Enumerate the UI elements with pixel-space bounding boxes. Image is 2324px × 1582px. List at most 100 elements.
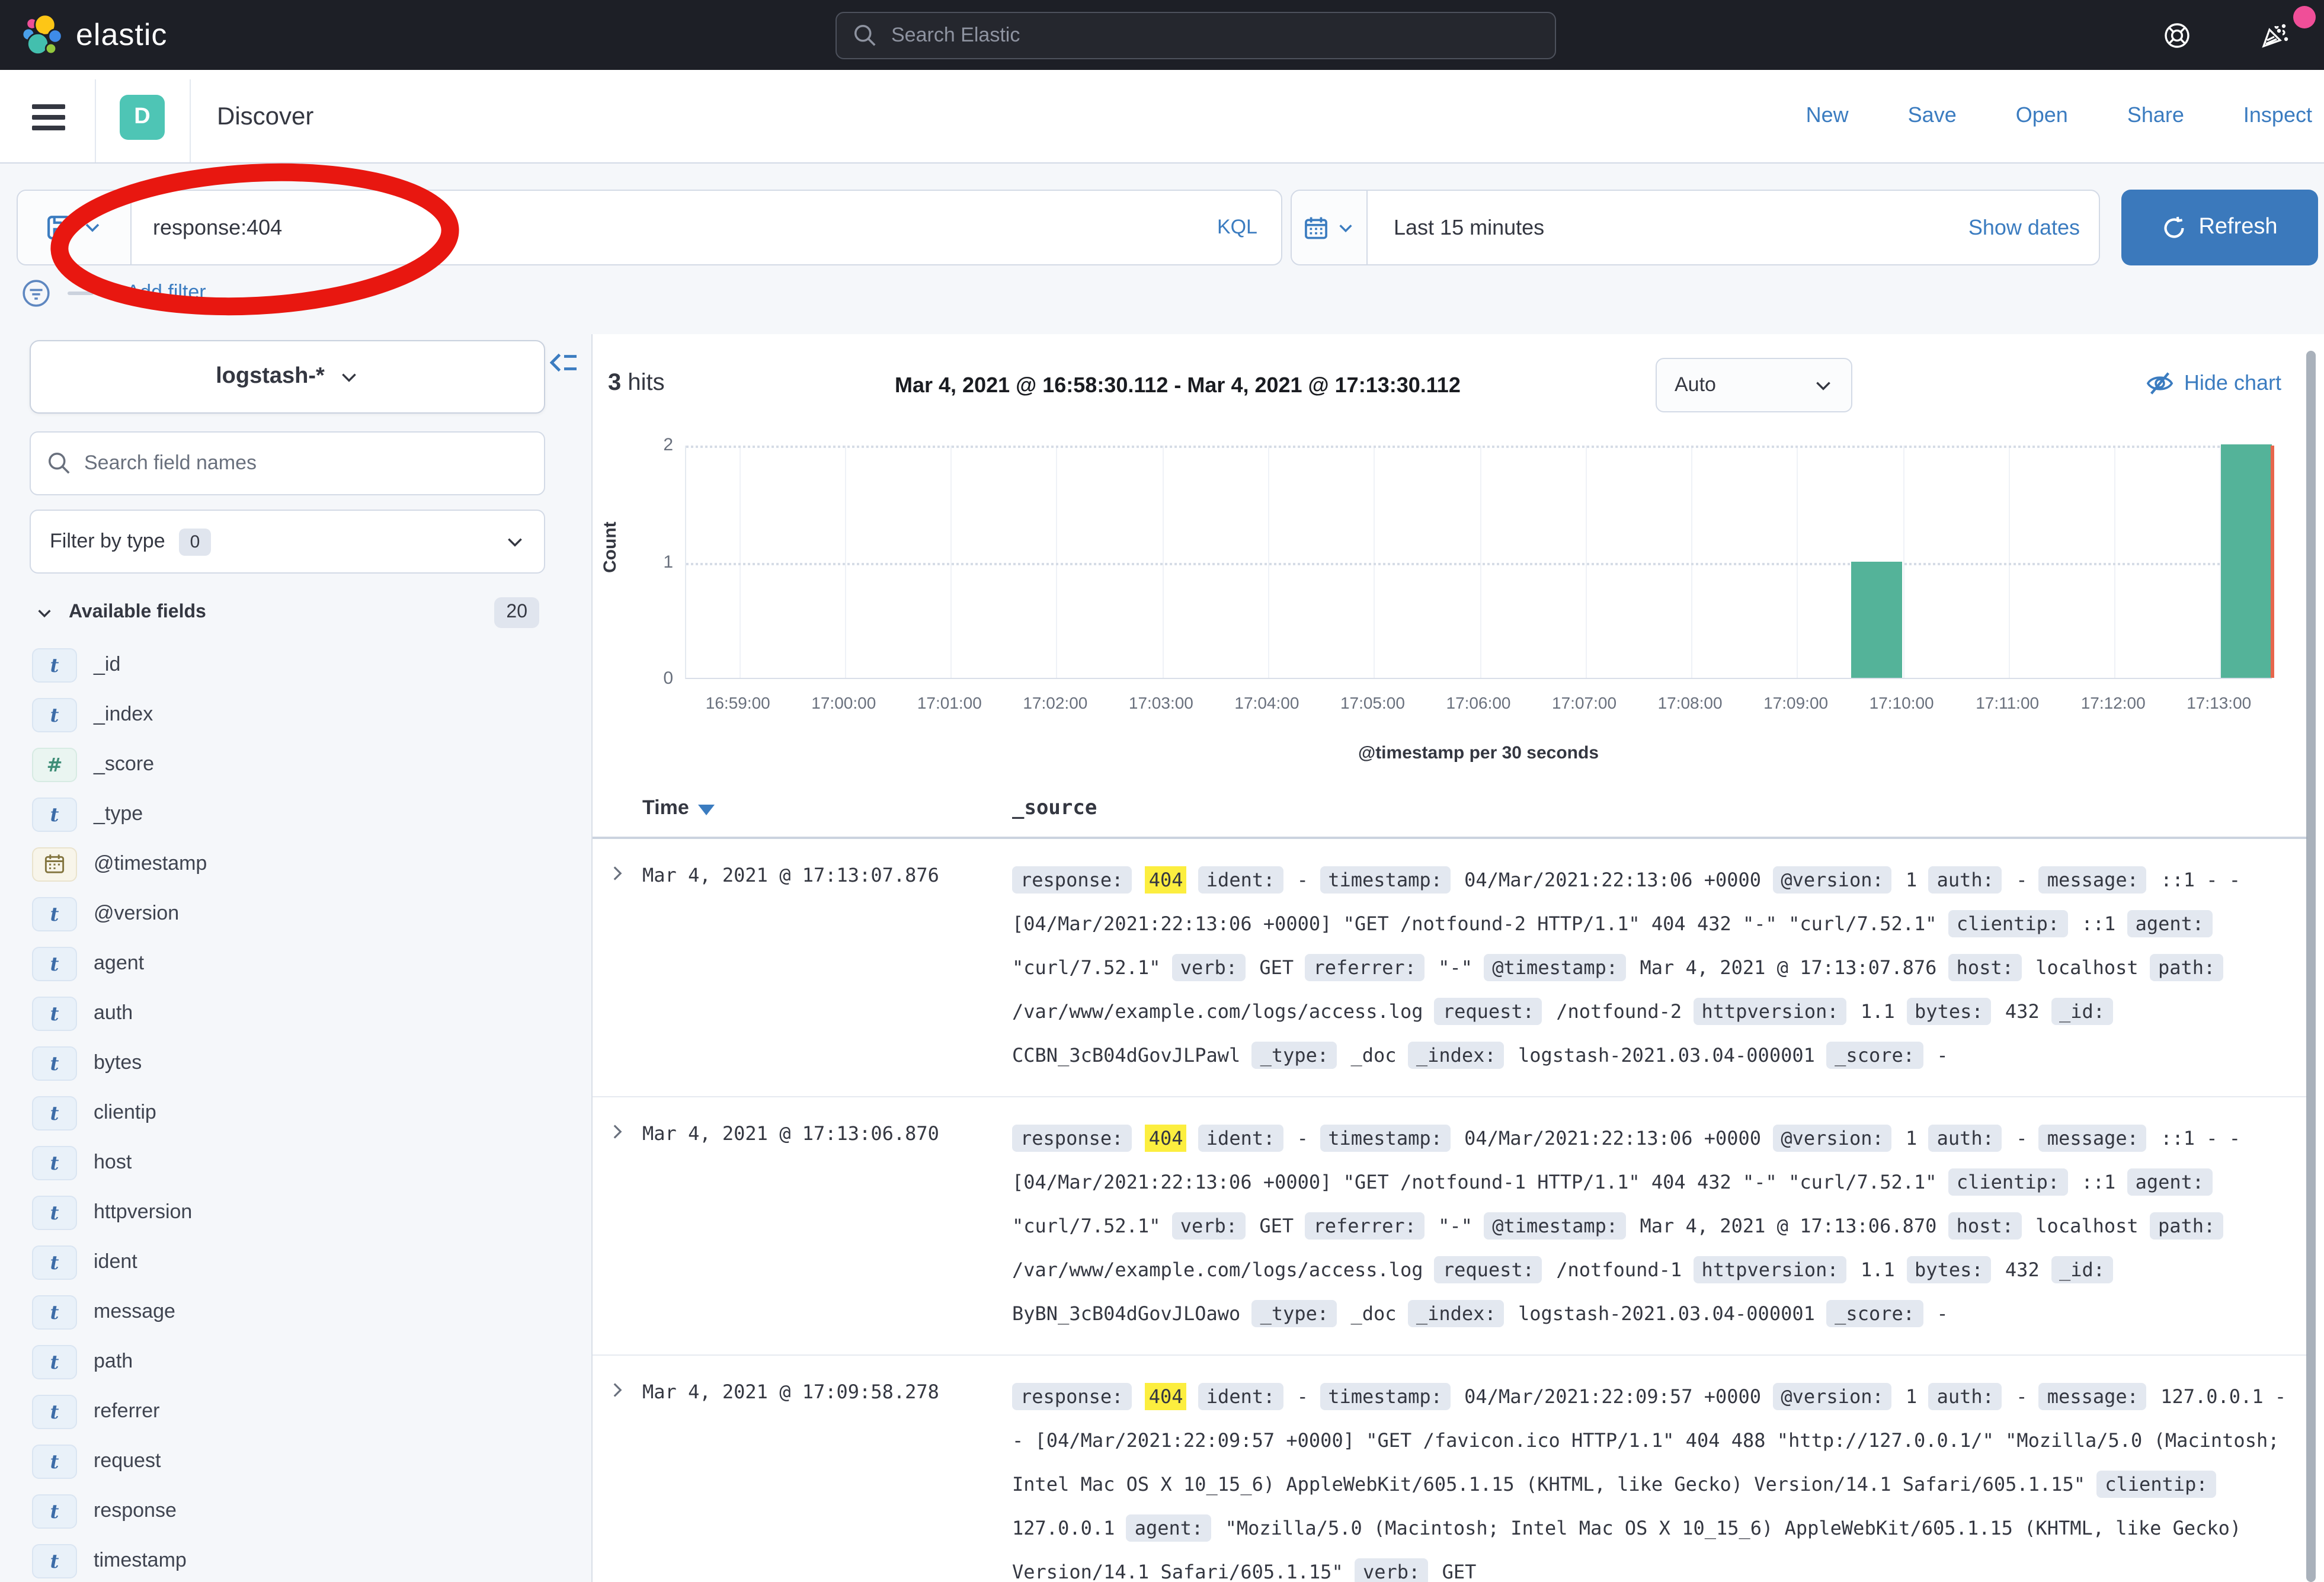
chevron-down-icon: [36, 604, 53, 622]
field-item-clientip[interactable]: tclientip: [0, 1088, 591, 1138]
field-name: bytes: [94, 1051, 142, 1075]
field-item-auth[interactable]: tauth: [0, 988, 591, 1038]
expand-row-chevron-icon[interactable]: [602, 1375, 642, 1582]
field-item-path[interactable]: tpath: [0, 1337, 591, 1386]
column-header-time[interactable]: Time: [642, 796, 715, 820]
field-item-_score[interactable]: #_score: [0, 739, 591, 789]
saved-query-icon: [46, 214, 72, 241]
time-cell: Mar 4, 2021 @ 17:13:07.876: [642, 858, 1012, 1077]
field-label: auth:: [1929, 1383, 2002, 1410]
gridline-vertical: [950, 446, 952, 678]
vertical-scrollbar[interactable]: [2306, 351, 2316, 1582]
nav-action-open[interactable]: Open: [2016, 103, 2068, 128]
time-range-value[interactable]: Last 15 minutes: [1368, 215, 1968, 240]
nav-action-save[interactable]: Save: [1908, 103, 1957, 128]
gridline-vertical: [2114, 446, 2115, 678]
expand-row-chevron-icon[interactable]: [602, 1116, 642, 1336]
field-label: @version:: [1772, 866, 1891, 894]
nav-action-new[interactable]: New: [1806, 103, 1849, 128]
search-icon: [47, 451, 71, 475]
histogram-chart: [685, 446, 2272, 679]
field-item-_index[interactable]: t_index: [0, 690, 591, 739]
number-type-icon: #: [32, 747, 77, 782]
x-tick-label: 17:01:00: [896, 693, 1003, 712]
field-item-bytes[interactable]: tbytes: [0, 1038, 591, 1088]
y-tick-label: 2: [626, 435, 673, 455]
hits-counter: 3 hits: [608, 370, 665, 397]
space-avatar[interactable]: D: [120, 95, 165, 140]
field-search[interactable]: [30, 431, 545, 495]
hide-chart-button[interactable]: Hide chart: [2146, 370, 2281, 397]
field-item-_type[interactable]: t_type: [0, 789, 591, 839]
filter-icon[interactable]: [21, 278, 51, 308]
x-tick-label: 17:03:00: [1107, 693, 1214, 712]
field-item-@version[interactable]: t@version: [0, 889, 591, 939]
newsfeed-party-popper-icon[interactable]: [2259, 20, 2290, 51]
field-item-ident[interactable]: tident: [0, 1237, 591, 1287]
help-lifebuoy-icon[interactable]: [2162, 20, 2192, 51]
date-quick-select-button[interactable]: [1292, 191, 1368, 264]
gridline-vertical: [1691, 446, 1692, 678]
query-language-button[interactable]: KQL: [1217, 216, 1281, 239]
field-item-host[interactable]: thost: [0, 1138, 591, 1187]
field-item-_id[interactable]: t_id: [0, 640, 591, 690]
query-input[interactable]: response:404: [132, 215, 1217, 240]
field-item-referrer[interactable]: treferrer: [0, 1386, 591, 1436]
date-type-icon: [32, 847, 77, 881]
field-label: response:: [1012, 1125, 1131, 1152]
global-search[interactable]: [836, 12, 1556, 59]
field-name: host: [94, 1151, 132, 1174]
field-label: bytes:: [1906, 1256, 1992, 1283]
field-item-message[interactable]: tmessage: [0, 1287, 591, 1337]
gridline-vertical: [1797, 446, 1798, 678]
field-name: _index: [94, 703, 153, 726]
expand-row-chevron-icon[interactable]: [602, 858, 642, 1077]
notification-dot: [2293, 6, 2316, 28]
field-item-timestamp[interactable]: ttimestamp: [0, 1536, 591, 1582]
global-search-input[interactable]: [891, 24, 1538, 47]
histogram-bar[interactable]: [1851, 561, 1902, 678]
text-type-icon: t: [32, 1494, 77, 1528]
gridline-vertical: [2009, 446, 2010, 678]
field-label: ident:: [1198, 1125, 1283, 1152]
saved-query-menu-button[interactable]: [18, 191, 132, 264]
gridline-vertical: [1374, 446, 1375, 678]
kibana-discover-app: elastic D Discover NewSaveOpenShareInspe…: [0, 0, 2324, 1582]
histogram-bar[interactable]: [2221, 444, 2272, 678]
available-fields-header[interactable]: Available fields 20: [36, 597, 539, 628]
nav-action-inspect[interactable]: Inspect: [2243, 103, 2312, 128]
text-type-icon: t: [32, 996, 77, 1030]
field-label: @timestamp:: [1484, 954, 1626, 981]
field-label: @version:: [1772, 1125, 1891, 1152]
field-name: timestamp: [94, 1549, 187, 1573]
field-name: @version: [94, 902, 179, 925]
top-bar: elastic: [0, 0, 2324, 70]
x-tick-label: 17:09:00: [1743, 693, 1849, 712]
elastic-logo[interactable]: [21, 14, 64, 57]
nav-action-share[interactable]: Share: [2127, 103, 2184, 128]
chevron-down-icon: [83, 218, 102, 237]
field-label: clientip:: [1948, 910, 2067, 937]
show-dates-button[interactable]: Show dates: [1968, 215, 2099, 240]
menu-hamburger-icon[interactable]: [32, 104, 65, 136]
field-search-input[interactable]: [84, 451, 527, 475]
field-label: httpversion:: [1693, 1256, 1846, 1283]
field-item-@timestamp[interactable]: @timestamp: [0, 839, 591, 889]
field-item-agent[interactable]: tagent: [0, 939, 591, 988]
field-label: agent:: [2127, 1168, 2213, 1196]
field-item-response[interactable]: tresponse: [0, 1486, 591, 1536]
index-pattern-switcher[interactable]: logstash-*: [30, 340, 545, 414]
chevron-down-icon: [505, 531, 525, 552]
column-header-source: _source: [1012, 796, 1097, 820]
field-label: path:: [2150, 1212, 2223, 1240]
add-filter-button[interactable]: + Add filter: [110, 281, 206, 305]
histogram-interval-select[interactable]: Auto: [1656, 358, 1852, 412]
field-item-httpversion[interactable]: thttpversion: [0, 1187, 591, 1237]
field-item-request[interactable]: trequest: [0, 1436, 591, 1486]
filter-by-type-select[interactable]: Filter by type 0: [30, 510, 545, 574]
collapse-sidebar-icon[interactable]: [550, 348, 578, 377]
source-cell: response: 404 ident: - timestamp: 04/Mar…: [1012, 1116, 2300, 1336]
field-label: verb:: [1355, 1558, 1428, 1582]
refresh-button[interactable]: Refresh: [2121, 190, 2318, 265]
x-tick-label: 17:11:00: [1954, 693, 2061, 712]
